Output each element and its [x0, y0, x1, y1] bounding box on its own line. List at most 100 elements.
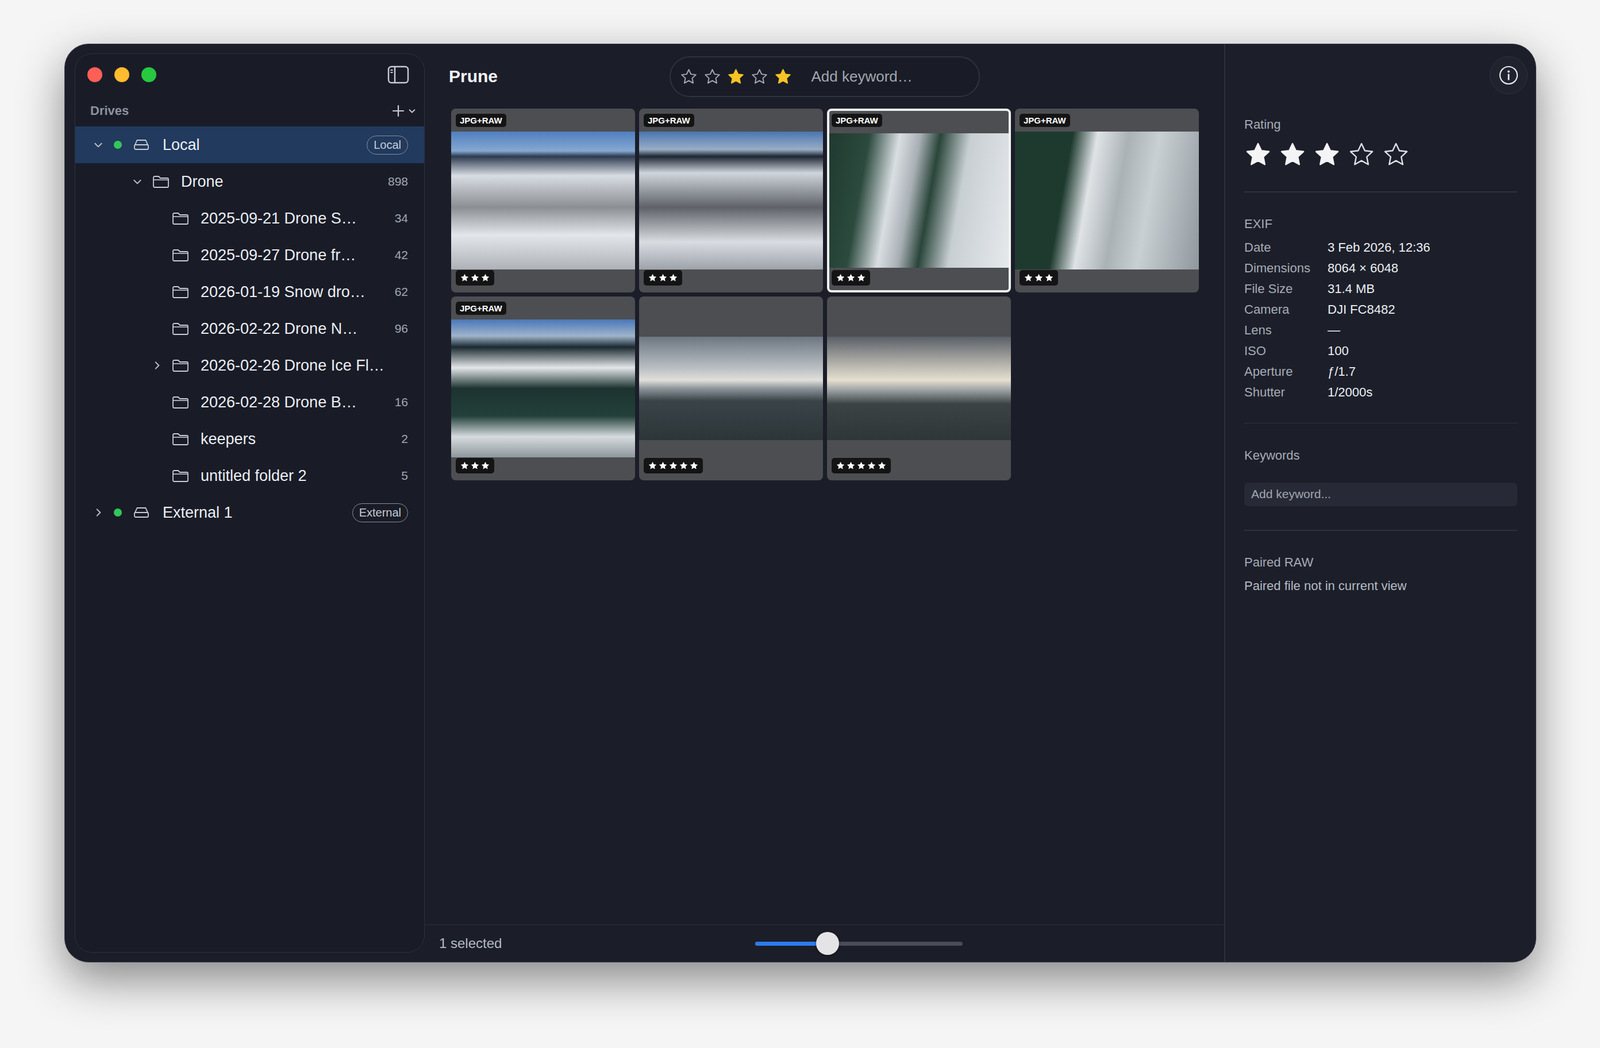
star-icon: [470, 272, 480, 283]
thumbnail-grid: JPG+RAW JPG+RAW JPG+RAW JPG+RAW JPG+RAW: [424, 108, 1225, 925]
thumbnail[interactable]: JPG+RAW: [1014, 108, 1199, 293]
thumbnail[interactable]: [827, 296, 1011, 481]
item-label: 2026-02-28 Drone B…: [200, 393, 390, 412]
star-icon: [658, 272, 668, 283]
exif-key: Lens: [1244, 322, 1328, 338]
exif-row: Dimensions8064 × 6048: [1244, 258, 1518, 279]
window-controls: [87, 67, 157, 83]
filter-star-icon[interactable]: [679, 67, 698, 86]
item-count: 62: [394, 285, 409, 299]
exif-label: EXIF: [1244, 215, 1518, 233]
rating-star-icon[interactable]: [1313, 140, 1341, 169]
add-drive-button[interactable]: [391, 104, 417, 118]
disclosure-chevron-icon[interactable]: [93, 507, 104, 518]
rating-star-icon[interactable]: [1278, 140, 1307, 169]
folder-icon: [171, 285, 190, 299]
sidebar-item[interactable]: 2026-02-26 Drone Ice Fl…: [75, 347, 425, 384]
minimize-button[interactable]: [114, 67, 130, 83]
star-icon: [835, 272, 846, 283]
filter-star-icon[interactable]: [703, 67, 722, 86]
thumbnail[interactable]: JPG+RAW: [451, 108, 636, 293]
drive-tree: LocalLocalDrone8982025-09-21 Drone S…342…: [75, 126, 425, 532]
star-icon: [877, 460, 887, 471]
rating-badge: [643, 458, 703, 474]
rating-star-icon[interactable]: [1347, 140, 1376, 169]
sidebar-item[interactable]: External 1External: [75, 494, 425, 532]
exif-key: Aperture: [1244, 364, 1328, 380]
rating-label: Rating: [1244, 116, 1518, 134]
rating-star-icon[interactable]: [1244, 140, 1272, 169]
sidebar-item[interactable]: 2025-09-27 Drone fr…42: [75, 236, 425, 274]
divider: [1244, 529, 1518, 532]
rating-stars[interactable]: [1244, 140, 1518, 169]
exif-row: File Size31.4 MB: [1244, 278, 1518, 300]
star-icon: [845, 272, 856, 283]
item-label: 2025-09-21 Drone S…: [200, 209, 390, 228]
item-count: 2: [401, 432, 409, 446]
sidebar-toolbar: [75, 54, 425, 96]
slider-knob[interactable]: [816, 932, 840, 956]
format-badge: JPG+RAW: [455, 113, 507, 128]
thumbnail-size-slider[interactable]: [755, 932, 963, 956]
thumbnail[interactable]: JPG+RAW: [639, 108, 823, 293]
sidebar-item[interactable]: 2026-02-22 Drone N…96: [75, 310, 425, 348]
status-bar: 1 selected: [424, 924, 1225, 963]
sidebar-item[interactable]: 2025-09-21 Drone S…34: [75, 200, 425, 237]
zoom-button[interactable]: [141, 67, 157, 83]
keyword-input[interactable]: Add keyword...: [1244, 482, 1518, 507]
star-icon: [647, 460, 658, 471]
sidebar-item[interactable]: Drone898: [75, 163, 425, 200]
exif-row: CameraDJI FC8482: [1244, 299, 1518, 321]
sidebar-item[interactable]: 2026-01-19 Snow dro…62: [75, 273, 425, 311]
filter-star-icon[interactable]: [750, 67, 769, 86]
keyword-field[interactable]: Add keyword…: [811, 67, 913, 86]
item-label: Local: [162, 136, 361, 155]
format-badge: JPG+RAW: [831, 113, 883, 128]
disclosure: [148, 357, 165, 374]
divider: [1244, 191, 1518, 193]
thumbnail[interactable]: JPG+RAW: [827, 108, 1011, 293]
sidebar-item[interactable]: LocalLocal: [75, 126, 425, 164]
format-badge: JPG+RAW: [455, 301, 507, 315]
sidebar-item[interactable]: untitled folder 25: [75, 457, 425, 495]
sidebar-item[interactable]: 2026-02-28 Drone B…16: [75, 383, 425, 421]
disclosure: [90, 504, 107, 521]
disclosure-chevron-icon[interactable]: [151, 360, 163, 371]
star-icon: [856, 272, 867, 283]
disclosure: [129, 173, 146, 190]
drives-header: Drives: [75, 95, 425, 127]
filter-star-icon[interactable]: [774, 67, 792, 86]
exif-row: Apertureƒ/1.7: [1244, 361, 1518, 383]
disclosure-chevron-icon[interactable]: [132, 176, 143, 187]
rating-badge: [831, 270, 871, 286]
filter-bar: Add keyword…: [669, 56, 980, 98]
disclosure: [90, 136, 107, 153]
exif-row: Date3 Feb 2026, 12:36: [1244, 237, 1518, 259]
photo: [827, 336, 1011, 441]
disclosure-chevron-icon[interactable]: [93, 139, 104, 150]
star-icon: [470, 460, 480, 471]
rating-badge: [831, 458, 891, 474]
photo: [451, 319, 636, 458]
folder-icon: [171, 468, 190, 483]
exif-key: Camera: [1244, 302, 1328, 318]
close-button[interactable]: [87, 67, 103, 83]
sidebar-toggle-icon[interactable]: [387, 65, 410, 84]
thumbnail[interactable]: [639, 296, 823, 481]
thumbnail[interactable]: JPG+RAW: [451, 296, 636, 481]
filter-star-icon[interactable]: [727, 67, 745, 86]
rating-star-icon[interactable]: [1382, 140, 1410, 169]
item-label: 2026-02-26 Drone Ice Fl…: [200, 356, 409, 375]
exif-key: Shutter: [1244, 385, 1328, 400]
star-icon: [668, 460, 679, 471]
sidebar-item[interactable]: keepers2: [75, 420, 425, 458]
rating-filter: [679, 67, 792, 86]
chevron-down-icon: [408, 106, 417, 115]
info-button[interactable]: [1489, 56, 1528, 95]
star-icon: [658, 460, 668, 471]
exif-row: Shutter1/2000s: [1244, 382, 1518, 403]
exif-row: ISO100: [1244, 340, 1518, 362]
exif-value: 8064 × 6048: [1327, 260, 1399, 276]
folder-icon: [171, 321, 190, 336]
